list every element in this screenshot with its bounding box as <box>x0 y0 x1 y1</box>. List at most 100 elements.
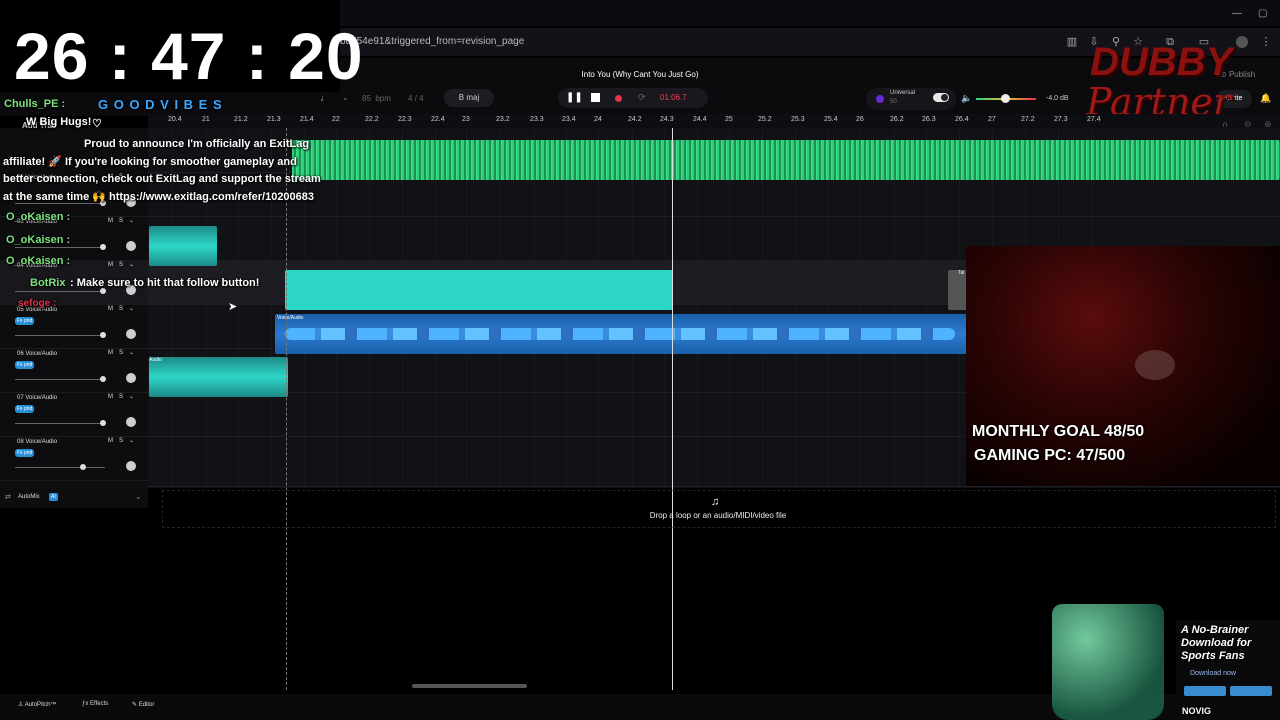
master-volume-knob[interactable] <box>1001 94 1010 103</box>
volume-slider-knob[interactable] <box>100 420 106 426</box>
green-waveform-clip[interactable] <box>292 140 1280 180</box>
pan-knob[interactable] <box>126 373 136 383</box>
chat-message: G O O D V I B E S <box>98 97 223 112</box>
ruler-tick: 26.4 <box>955 116 969 123</box>
ruler-tick: 24.4 <box>693 116 707 123</box>
notifications-icon[interactable]: 🔔 <box>1260 93 1271 104</box>
mouse-cursor-icon: ➤ <box>228 301 238 313</box>
ruler-tick: 22.4 <box>431 116 445 123</box>
time-signature[interactable]: 4 / 4 <box>408 94 424 103</box>
volume-db: -4.0 dB <box>1046 95 1069 102</box>
app-store-badge[interactable] <box>1184 686 1226 696</box>
volume-slider[interactable] <box>15 247 105 248</box>
loop-marker[interactable] <box>286 128 288 690</box>
url-text[interactable]: bd354e91&triggered_from=revision_page <box>340 36 524 47</box>
playhead[interactable] <box>672 128 673 690</box>
minimize-icon[interactable]: — <box>1232 8 1242 19</box>
reader-icon[interactable]: ▥ <box>1066 36 1078 48</box>
volume-slider[interactable] <box>15 467 105 468</box>
ruler-tick: 24.3 <box>660 116 674 123</box>
track-header-08[interactable]: 08 Voice/Audio MS⌄ Fx pnd <box>0 436 148 481</box>
timeline-ruler[interactable] <box>148 114 1280 128</box>
ad-headline: A No-Brainer <box>1181 624 1249 636</box>
fx-badge[interactable]: Fx pnd <box>15 317 35 325</box>
loop-icon[interactable]: ⟳ <box>638 92 646 103</box>
maximize-icon[interactable]: ▢ <box>1258 8 1267 19</box>
ruler-tick: 25.4 <box>824 116 838 123</box>
editor-button[interactable]: ✎ Editor <box>132 701 154 708</box>
teal-clip-small[interactable] <box>149 226 217 266</box>
universal-toggle[interactable] <box>933 93 949 102</box>
fx-badge[interactable]: Fx pnd <box>15 449 35 457</box>
chevron-down-icon[interactable]: ⌄ <box>342 93 349 102</box>
track-num: 07 Voice/Audio <box>17 395 58 401</box>
google-play-badge[interactable] <box>1230 686 1272 696</box>
blue-voice-clip[interactable]: Voice/Audio <box>275 314 967 354</box>
monthly-goal: MONTHLY GOAL 48/50 <box>972 423 1145 440</box>
metronome-icon[interactable]: ♩ <box>320 93 330 104</box>
chat-user: O_oKaisen : <box>6 255 71 267</box>
ad-cta[interactable]: Download now <box>1190 670 1236 677</box>
volume-slider-knob[interactable] <box>80 464 86 470</box>
profile-avatar[interactable] <box>1236 36 1248 48</box>
chat-announcement: Proud to announce I'm officially an Exit… <box>84 138 310 150</box>
mute-solo-buttons[interactable]: MS⌄ <box>108 261 140 268</box>
mute-solo-buttons[interactable]: MS⌄ <box>108 305 140 312</box>
clip-label: Voice/Audio <box>277 315 304 321</box>
ruler-tick: 20.4 <box>168 116 182 123</box>
effects-label: Effects <box>90 701 109 707</box>
fx-badge[interactable]: Fx pnd <box>15 361 35 369</box>
volume-slider[interactable] <box>15 203 105 204</box>
track-num: 08 Voice/Audio <box>17 439 58 445</box>
track-header-07[interactable]: 07 Voice/Audio MS⌄ Fx pnd <box>0 392 148 437</box>
ad-headline: Sports Fans <box>1181 650 1245 662</box>
mute-solo-buttons[interactable]: MS⌄ <box>108 349 140 356</box>
pan-knob[interactable] <box>126 461 136 471</box>
mute-solo-buttons[interactable]: MS⌄ <box>108 437 140 444</box>
bpm-value: 85 <box>362 94 371 103</box>
ruler-tick: 22.2 <box>365 116 379 123</box>
volume-slider-knob[interactable] <box>100 332 106 338</box>
pan-knob[interactable] <box>126 417 136 427</box>
volume-slider[interactable] <box>15 291 105 292</box>
ruler-tick: 21.3 <box>267 116 281 123</box>
key-select[interactable]: B maj <box>444 89 494 107</box>
music-note-icon: ♫ <box>711 496 720 508</box>
teal-clip-selected[interactable] <box>285 270 673 310</box>
autopitch-button[interactable]: ♙ AutoPitch™ <box>18 701 56 708</box>
volume-slider-knob[interactable] <box>100 244 106 250</box>
volume-slider[interactable] <box>15 335 105 336</box>
pan-knob[interactable] <box>126 241 136 251</box>
record-icon[interactable] <box>615 95 622 102</box>
pan-knob[interactable] <box>126 329 136 339</box>
track-header-05[interactable]: 05 Voice/Audio MS⌄ Fx pnd <box>0 304 148 349</box>
chat-user: sefoge : <box>18 298 57 309</box>
ai-badge: AI <box>49 493 58 501</box>
browser-menu-icon[interactable]: ⋮ <box>1260 36 1272 48</box>
mute-solo-buttons[interactable]: MS⌄ <box>108 217 140 224</box>
ruler-tick: 25 <box>725 116 733 123</box>
ruler-tick: 24.2 <box>628 116 642 123</box>
gray-clip[interactable]: Tal <box>948 270 968 310</box>
volume-slider[interactable] <box>15 423 105 424</box>
ad-brand: NOVIG <box>1182 706 1212 716</box>
automix-row[interactable]: ⇄ AutoMix AI ⌄ <box>0 488 148 508</box>
chat-announcement: affiliate! 🚀 If you're looking for smoot… <box>3 156 297 168</box>
speaker-icon[interactable]: 🔈 <box>961 93 972 104</box>
stop-icon[interactable] <box>591 93 600 102</box>
bpm-field[interactable]: 85 bpm <box>362 94 391 103</box>
chevron-down-icon[interactable]: ⌄ <box>135 492 142 501</box>
track-header-06[interactable]: 06 Voice/Audio MS⌄ Fx pnd <box>0 348 148 393</box>
song-title[interactable]: Into You (Why Cant You Just Go) <box>520 70 760 79</box>
clip-label: Tal <box>958 270 965 276</box>
pause-icon[interactable]: ❚❚ <box>566 92 583 103</box>
volume-slider[interactable] <box>15 379 105 380</box>
horizontal-scrollbar[interactable] <box>412 684 527 688</box>
fx-badge[interactable]: Fx pnd <box>15 405 35 413</box>
mute-solo-buttons[interactable]: MS⌄ <box>108 393 140 400</box>
chat-user: O_oKaisen : <box>6 234 71 246</box>
effects-button[interactable]: ƒx Effects <box>82 701 108 707</box>
volume-slider-knob[interactable] <box>100 376 106 382</box>
chat-announcement: better connection, check out ExitLag and… <box>3 173 321 185</box>
teal-audio-clip[interactable]: Audio <box>149 357 288 397</box>
